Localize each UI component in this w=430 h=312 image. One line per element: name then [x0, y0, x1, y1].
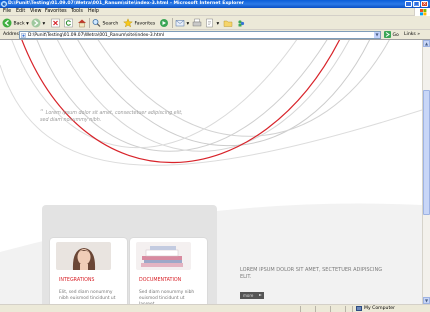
edit-dropdown-icon[interactable]: ▼	[216, 22, 219, 26]
back-dropdown-icon[interactable]: ▼	[26, 22, 29, 26]
messenger-button[interactable]	[236, 18, 246, 28]
svg-text:e: e	[3, 3, 6, 7]
card-title: DOCUMENTATION	[139, 278, 182, 283]
refresh-icon	[64, 18, 73, 28]
menu-help[interactable]: Help	[88, 9, 99, 15]
search-icon	[92, 19, 101, 27]
menu-tools[interactable]: Tools	[71, 9, 83, 15]
star-icon	[123, 18, 133, 28]
close-button[interactable]: ×	[421, 1, 428, 7]
go-button[interactable]: Go	[384, 31, 399, 39]
links-chevron-icon: »	[417, 32, 421, 37]
window-title: D:\Punit\Testing\01.09.07\Wetra\001_Ranu…	[8, 1, 244, 6]
my-computer-icon	[356, 306, 362, 311]
stop-button[interactable]	[51, 18, 60, 28]
search-button[interactable]: Search	[92, 18, 118, 28]
print-icon	[192, 18, 202, 27]
edit-button[interactable]: ▼	[205, 18, 219, 28]
more-button[interactable]: more	[240, 292, 264, 299]
toolbar: Back ▼ ▼ Search Favorites ▼ ▼	[0, 16, 430, 30]
maximize-button[interactable]: □	[413, 1, 420, 7]
mail-icon	[175, 20, 185, 27]
home-icon	[78, 19, 86, 28]
internet-explorer-icon: e	[1, 1, 7, 7]
card-integrations: INTEGRATIONS Elit, sed diam nonummy nibh…	[50, 238, 127, 304]
menu-edit[interactable]: Edit	[16, 9, 25, 15]
back-arrow-icon	[2, 18, 12, 28]
forward-button[interactable]: ▼	[31, 18, 45, 28]
address-url: D:\Punit\Testing\01.09.07\Wetra\001_Ranu…	[28, 33, 165, 38]
page-icon	[21, 33, 26, 38]
card-title: INTEGRATIONS	[59, 278, 95, 283]
edit-page-icon	[206, 18, 213, 28]
card-text: Sed diam nonummy nibh euismod tincidunt …	[139, 290, 195, 304]
card-text: Elit, sed diam nonummy nibh euismod tinc…	[59, 290, 116, 301]
address-input[interactable]: D:\Punit\Testing\01.09.07\Wetra\001_Ranu…	[19, 31, 381, 39]
arrow-right-icon	[259, 294, 262, 296]
refresh-button[interactable]	[64, 18, 73, 28]
forward-dropdown-icon[interactable]: ▼	[42, 22, 45, 26]
menu-favorites[interactable]: Favorites	[45, 9, 67, 15]
media-icon	[160, 19, 168, 27]
forward-arrow-icon	[31, 18, 41, 28]
folder-icon	[223, 20, 233, 27]
minimize-button[interactable]: _	[405, 1, 412, 7]
address-bar: Address D:\Punit\Testing\01.09.07\Wetra\…	[0, 30, 430, 40]
quote-mark: “	[40, 108, 44, 116]
status-zone: My Computer	[364, 306, 395, 311]
links-button[interactable]: Links »	[404, 31, 420, 39]
favorites-button[interactable]: Favorites	[123, 18, 155, 28]
folder-button[interactable]	[223, 18, 233, 28]
menu-file[interactable]: File	[3, 9, 11, 15]
headline-text: LOREM IPSUM DOLOR SIT AMET, SECTETUER AD…	[240, 267, 383, 280]
address-dropdown-icon[interactable]: ▼	[374, 32, 380, 38]
go-arrow-icon	[384, 31, 391, 38]
print-button[interactable]	[192, 18, 202, 28]
windows-logo-icon	[414, 8, 430, 16]
scroll-up-icon[interactable]: ▲	[423, 40, 430, 47]
status-bar: My Computer	[0, 304, 430, 312]
back-button[interactable]: Back ▼	[2, 18, 29, 28]
home-button[interactable]	[77, 18, 87, 28]
card-photo-documents	[136, 242, 191, 270]
vertical-scrollbar[interactable]: ▲ ▼	[422, 40, 430, 304]
stop-icon	[51, 18, 60, 28]
mail-dropdown-icon[interactable]: ▼	[186, 22, 189, 26]
menu-bar: File Edit View Favorites Tools Help	[0, 8, 430, 16]
scrollbar-thumb[interactable]	[423, 90, 430, 215]
card-documentation: DOCUMENTATION Sed diam nonummy nibh euis…	[130, 238, 207, 304]
media-button[interactable]	[159, 18, 169, 28]
messenger-icon	[238, 20, 245, 27]
quote-text: “Lorem ipsum dolor sit amet, consectetue…	[40, 108, 183, 124]
menu-view[interactable]: View	[30, 9, 41, 15]
card-photo-woman	[56, 242, 111, 270]
title-bar: e D:\Punit\Testing\01.09.07\Wetra\001_Ra…	[0, 0, 430, 8]
web-page-viewport: “Lorem ipsum dolor sit amet, consectetue…	[0, 40, 422, 304]
scroll-down-icon[interactable]: ▼	[423, 297, 430, 304]
mail-button[interactable]: ▼	[175, 18, 189, 28]
